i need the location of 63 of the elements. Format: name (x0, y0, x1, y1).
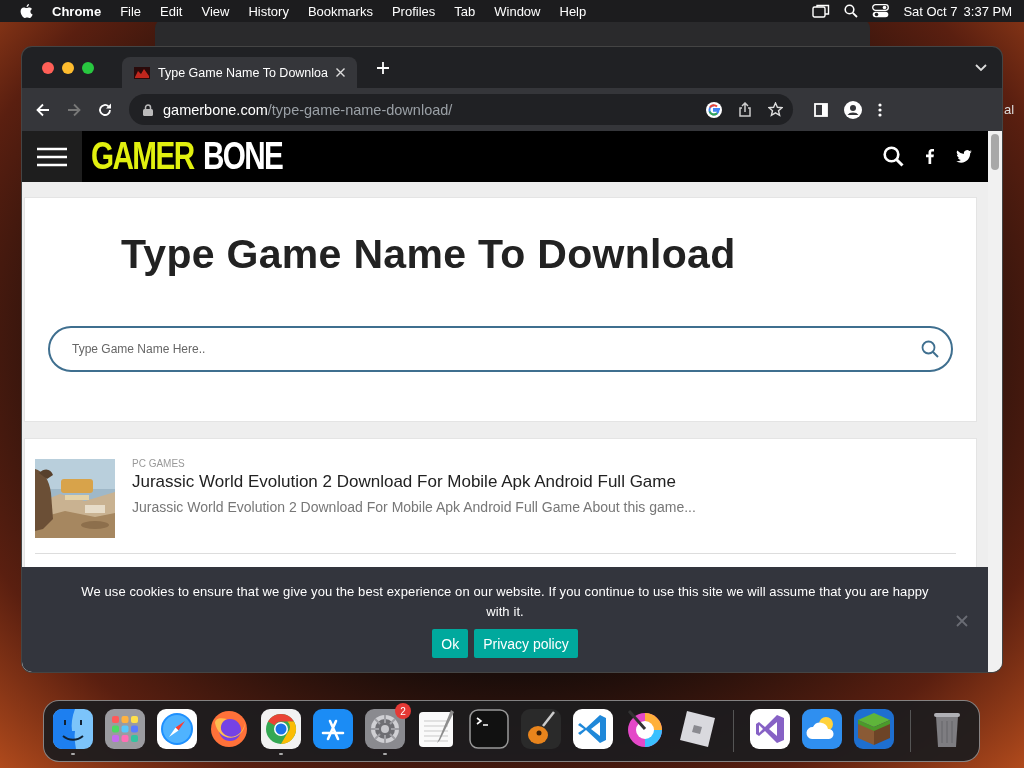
site-logo[interactable]: GAMER BONE (91, 135, 283, 178)
back-arrow-icon[interactable] (36, 102, 50, 117)
app-store-icon[interactable] (313, 709, 353, 749)
code-editor-icon[interactable] (573, 709, 613, 749)
screen-mirroring-icon[interactable] (812, 4, 831, 18)
notification-badge: 2 (395, 703, 411, 719)
guitar-icon[interactable] (521, 709, 561, 749)
google-icon[interactable] (706, 101, 722, 118)
menu-item[interactable]: Profiles (391, 3, 436, 19)
page-heading: Type Game Name To Download (121, 231, 737, 277)
app-grid-icon[interactable] (105, 709, 145, 749)
menu-icon (37, 146, 67, 167)
control-center-icon[interactable] (872, 4, 890, 18)
zoom-window-button[interactable] (82, 61, 94, 74)
menu-clock[interactable]: Sat Oct 7 3:37 PM (903, 3, 1012, 19)
window-text-fragment: al (1004, 102, 1015, 117)
search-field[interactable]: Type Game Name Here.. (48, 326, 953, 372)
url-path: /type-game-name-download/ (267, 101, 453, 118)
favicon (134, 66, 150, 79)
twitter-icon[interactable] (956, 150, 972, 163)
new-tab-icon[interactable] (377, 61, 389, 74)
url-host: gamerbone.com (163, 101, 268, 118)
apple-icon[interactable] (20, 3, 33, 19)
post-excerpt: Jurassic World Evolution 2 Download For Mobile Apk Android Full Game About this game... (132, 499, 696, 515)
grass-block-icon[interactable] (854, 709, 894, 749)
more-options-icon[interactable] (878, 102, 882, 117)
compass-icon[interactable] (157, 709, 197, 749)
gear-icon[interactable] (365, 709, 405, 749)
menu-item[interactable]: History (248, 3, 289, 19)
menu-item[interactable]: View (201, 3, 230, 19)
browser-tab[interactable]: Type Game Name To Downloa (122, 57, 357, 88)
star-icon[interactable] (768, 102, 783, 117)
forward-arrow-icon[interactable] (67, 102, 81, 117)
lock-icon (143, 103, 153, 116)
chevron-down-icon[interactable] (975, 63, 987, 72)
menu-item[interactable]: Window (494, 3, 541, 19)
minimize-window-button[interactable] (62, 61, 74, 74)
close-window-button[interactable] (42, 61, 54, 74)
menu-item[interactable]: File (120, 3, 142, 19)
app-menu[interactable]: Chrome (52, 3, 102, 19)
side-panel-icon[interactable] (814, 102, 828, 117)
search-icon[interactable] (844, 4, 859, 18)
cookie-message: We use cookies to ensure that we give you the best experience on our website. If you continue to use this site we will assume that you are happy with it. (80, 583, 930, 621)
menu-button[interactable] (22, 131, 82, 182)
facebook-icon[interactable] (926, 149, 934, 164)
scrollbar-thumb[interactable] (991, 134, 999, 170)
reload-icon[interactable] (98, 102, 112, 117)
tab-title: Type Game Name To Downloa (158, 65, 328, 80)
cloud-icon[interactable] (802, 709, 842, 749)
terminal-icon[interactable] (469, 709, 509, 749)
profile-icon[interactable] (844, 100, 862, 119)
menu-item[interactable]: Edit (160, 3, 183, 19)
address-bar[interactable]: gamerbone.com/type-game-name-download/ (129, 94, 793, 125)
menu-item[interactable]: Bookmarks (307, 3, 373, 19)
search-icon[interactable] (883, 146, 904, 167)
face-app-icon[interactable] (53, 709, 93, 749)
ring-browser-icon[interactable] (261, 709, 301, 749)
notepad-icon[interactable] (417, 709, 457, 749)
share-icon[interactable] (738, 102, 752, 117)
post-title[interactable]: Jurassic World Evolution 2 Download For Mobile Apk Android Full Game (132, 472, 696, 492)
menu-item[interactable]: Tab (454, 3, 476, 19)
paint-brush-icon[interactable] (625, 709, 665, 749)
menu-item[interactable]: Help (559, 3, 587, 19)
